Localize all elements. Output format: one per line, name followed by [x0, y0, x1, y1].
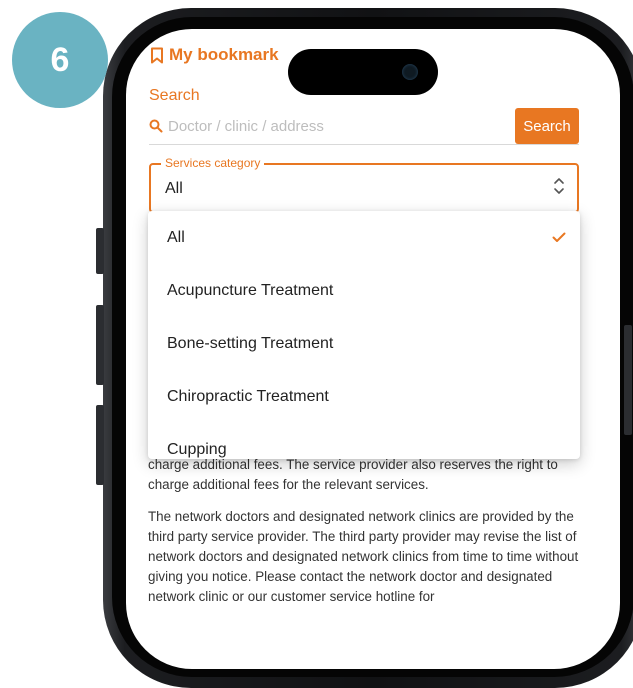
- dropdown-option-label: Acupuncture Treatment: [167, 281, 334, 299]
- phone-action-button: [96, 228, 104, 274]
- page-header: My bookmark: [150, 45, 279, 65]
- select-arrows-icon: [554, 178, 564, 194]
- page-title: My bookmark: [169, 45, 279, 64]
- terms-paragraph: The network doctors and designated netwo…: [148, 509, 579, 604]
- front-camera-icon: [402, 64, 418, 80]
- dropdown-option-chiropractic[interactable]: Chiropractic Treatment: [148, 370, 580, 423]
- phone-volume-up-button: [96, 305, 104, 385]
- services-category-value: All: [165, 180, 183, 197]
- services-category-select[interactable]: Services category All: [149, 156, 579, 213]
- dropdown-option-label: Bone-setting Treatment: [167, 334, 334, 352]
- search-input[interactable]: [168, 114, 488, 138]
- checkmark-icon: [552, 232, 566, 242]
- services-category-dropdown: All Acupuncture Treatment Bone-setting T…: [148, 211, 580, 459]
- search-icon: [149, 119, 163, 133]
- phone-screen: My bookmark Search Search Services categ…: [126, 29, 620, 669]
- step-number-badge: 6: [12, 12, 108, 108]
- dropdown-option-label: Cupping: [167, 440, 227, 458]
- phone-power-button: [624, 325, 632, 435]
- dropdown-option-bone-setting[interactable]: Bone-setting Treatment: [148, 317, 580, 370]
- bookmark-icon: [151, 47, 163, 63]
- dropdown-option-label: All: [167, 228, 185, 246]
- phone-volume-down-button: [96, 405, 104, 485]
- terms-text: medical advice of online doctors, online…: [148, 435, 580, 619]
- dropdown-option-cupping[interactable]: Cupping: [148, 423, 580, 459]
- dropdown-option-label: Chiropractic Treatment: [167, 387, 329, 405]
- services-category-label: Services category: [161, 156, 265, 170]
- search-button[interactable]: Search: [515, 108, 579, 144]
- dropdown-option-acupuncture[interactable]: Acupuncture Treatment: [148, 264, 580, 317]
- dropdown-option-all[interactable]: All: [148, 211, 580, 264]
- search-section-label: Search: [149, 87, 200, 104]
- dynamic-island: [288, 49, 438, 95]
